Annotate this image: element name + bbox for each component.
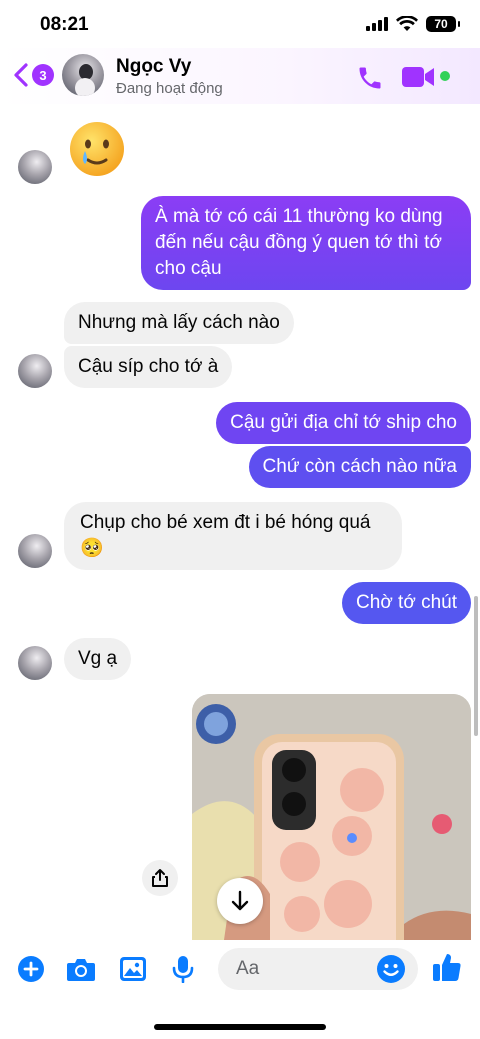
message-text: À mà tớ có cái 11 thường ko dùng đến nếu… bbox=[155, 206, 443, 279]
message-text: Chứ còn cách nào nữa bbox=[262, 456, 457, 477]
back-button[interactable]: 3 bbox=[12, 62, 54, 88]
online-indicator bbox=[440, 71, 450, 81]
sender-avatar[interactable] bbox=[18, 646, 52, 680]
share-button[interactable] bbox=[142, 860, 178, 896]
emoji-icon bbox=[377, 955, 405, 983]
chat-header: 3 Ngọc Vy Đang hoạt động bbox=[0, 48, 480, 104]
contact-avatar[interactable] bbox=[62, 54, 104, 96]
sender-avatar[interactable] bbox=[18, 534, 52, 568]
incoming-message[interactable]: Nhưng mà lấy cách nào bbox=[64, 302, 294, 344]
wifi-icon bbox=[396, 16, 418, 31]
emoji-button[interactable] bbox=[376, 954, 406, 989]
incoming-message[interactable]: Chụp cho bé xem đt i bé hóng quá 🥺 bbox=[64, 502, 402, 570]
presence-status: Đang hoạt động bbox=[116, 80, 223, 97]
scroll-to-bottom-button[interactable] bbox=[217, 878, 263, 924]
outgoing-message[interactable]: Cậu gửi địa chỉ tớ ship cho bbox=[216, 402, 471, 444]
image-icon bbox=[120, 957, 146, 981]
scrollbar[interactable] bbox=[474, 596, 478, 736]
battery-indicator: 70 bbox=[426, 16, 460, 32]
message-text: Nhưng mà lấy cách nào bbox=[78, 312, 280, 333]
contact-name[interactable]: Ngọc Vy bbox=[116, 56, 191, 78]
message-input-box[interactable] bbox=[218, 948, 418, 990]
chevron-left-icon bbox=[14, 63, 28, 87]
voice-message-button[interactable] bbox=[168, 954, 198, 984]
message-input[interactable] bbox=[218, 948, 358, 990]
share-icon bbox=[152, 869, 168, 887]
smiling-face-with-tear-icon bbox=[70, 122, 124, 176]
gallery-button[interactable] bbox=[118, 954, 148, 984]
message-text: Vg ạ bbox=[78, 648, 118, 669]
unread-badge: 3 bbox=[32, 64, 54, 86]
incoming-message[interactable]: Cậu síp cho tớ à bbox=[64, 346, 233, 388]
home-indicator bbox=[154, 1024, 326, 1030]
more-actions-button[interactable] bbox=[16, 954, 46, 984]
emoji-message[interactable] bbox=[68, 120, 126, 178]
status-icons: 70 bbox=[366, 16, 460, 32]
message-text: Chờ tớ chút bbox=[356, 592, 457, 613]
outgoing-message[interactable]: Chờ tớ chút bbox=[342, 582, 471, 624]
avatar-photo bbox=[75, 64, 95, 96]
message-list[interactable]: À mà tớ có cái 11 thường ko dùng đến nếu… bbox=[0, 104, 480, 940]
message-text: Cậu gửi địa chỉ tớ ship cho bbox=[230, 412, 457, 433]
phone-icon[interactable] bbox=[356, 64, 384, 92]
video-camera-icon[interactable] bbox=[402, 66, 436, 88]
like-button[interactable] bbox=[432, 952, 462, 982]
outgoing-message[interactable]: À mà tớ có cái 11 thường ko dùng đến nếu… bbox=[141, 196, 471, 290]
battery-level: 70 bbox=[434, 17, 448, 31]
camera-button[interactable] bbox=[66, 954, 96, 984]
message-composer bbox=[0, 940, 480, 1002]
sender-avatar[interactable] bbox=[18, 354, 52, 388]
microphone-icon bbox=[172, 956, 194, 983]
plus-circle-icon bbox=[18, 956, 44, 982]
arrow-down-icon bbox=[231, 890, 249, 911]
status-bar: 08:21 70 bbox=[0, 0, 480, 50]
cellular-signal-icon bbox=[366, 17, 388, 31]
status-time: 08:21 bbox=[40, 14, 89, 35]
sender-avatar[interactable] bbox=[18, 150, 52, 184]
camera-icon bbox=[67, 959, 95, 981]
message-text: Cậu síp cho tớ à bbox=[78, 356, 219, 377]
outgoing-message[interactable]: Chứ còn cách nào nữa bbox=[248, 446, 471, 488]
incoming-message[interactable]: Vg ạ bbox=[64, 638, 132, 680]
message-text: Chụp cho bé xem đt i bé hóng quá 🥺 bbox=[80, 512, 371, 559]
thumbs-up-icon bbox=[433, 954, 461, 981]
